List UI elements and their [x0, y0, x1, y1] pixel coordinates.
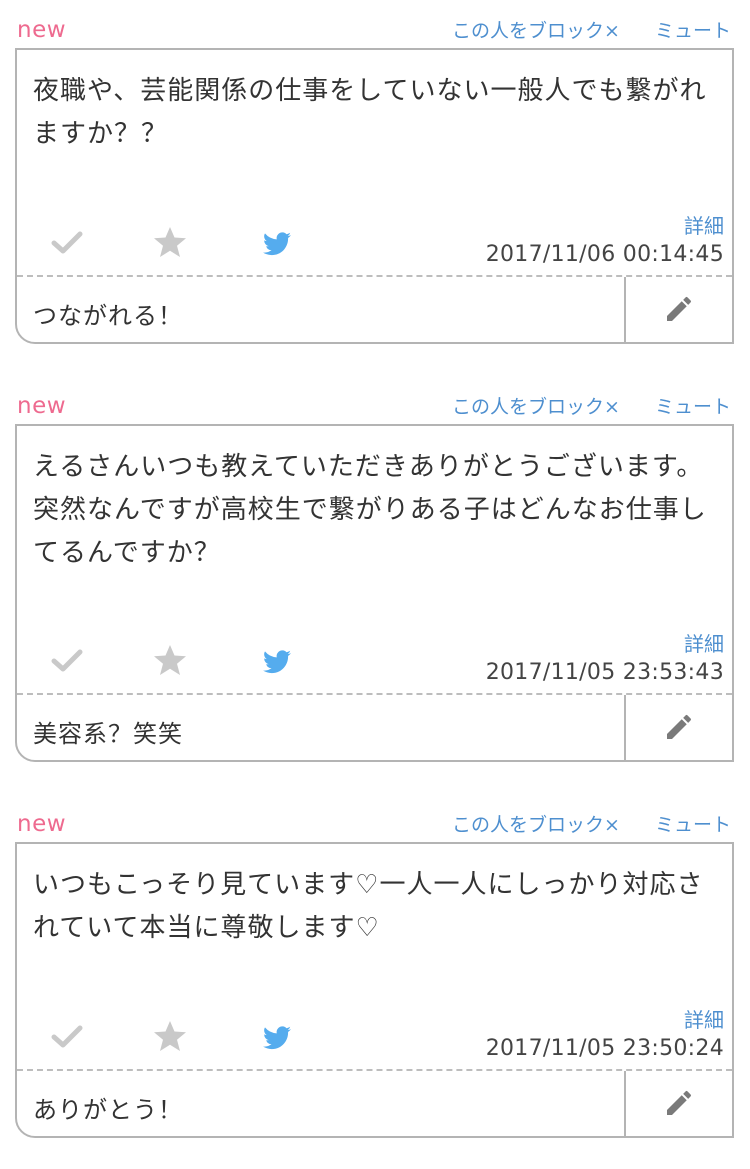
new-badge: new	[17, 811, 67, 837]
twitter-icon[interactable]	[263, 232, 291, 260]
check-icon[interactable]	[51, 648, 83, 678]
new-badge: new	[17, 393, 67, 419]
block-user-link[interactable]: この人をブロック×	[452, 392, 620, 419]
pencil-icon	[663, 711, 695, 747]
check-icon[interactable]	[51, 230, 83, 260]
timestamp: 2017/11/05 23:50:24	[485, 1036, 724, 1061]
card-header: new この人をブロック× ミュート	[0, 376, 750, 424]
card-header: new この人をブロック× ミュート	[0, 794, 750, 842]
pencil-icon	[663, 1087, 695, 1123]
question-card: new この人をブロック× ミュート えるさんいつも教えていただきありがとうござ…	[0, 376, 750, 762]
question-card: new この人をブロック× ミュート 夜職や、芸能関係の仕事をしていない一般人で…	[0, 0, 750, 344]
answer-text: つながれる！	[33, 302, 183, 330]
question-card: new この人をブロック× ミュート いつもこっそり見ています♡一人一人にしっか…	[0, 794, 750, 1138]
detail-link[interactable]: 詳細	[684, 210, 724, 239]
block-user-link[interactable]: この人をブロック×	[452, 16, 620, 43]
card-header: new この人をブロック× ミュート	[0, 0, 750, 48]
question-box: えるさんいつも教えていただきありがとうございます。突然なんですが高校生で繋がりあ…	[15, 424, 734, 762]
question-box: 夜職や、芸能関係の仕事をしていない一般人でも繋がれますか？？ 詳細 2017/1…	[15, 48, 734, 344]
check-icon[interactable]	[51, 1024, 83, 1054]
edit-button[interactable]	[624, 695, 732, 760]
star-icon[interactable]	[153, 226, 187, 262]
edit-button[interactable]	[624, 277, 732, 342]
timestamp: 2017/11/05 23:53:43	[485, 660, 724, 685]
star-icon[interactable]	[153, 644, 187, 680]
twitter-icon[interactable]	[263, 650, 291, 678]
new-badge: new	[17, 17, 67, 43]
question-box: いつもこっそり見ています♡一人一人にしっかり対応されていて本当に尊敬します♡ 詳…	[15, 842, 734, 1138]
mute-link[interactable]: ミュート	[655, 392, 731, 419]
question-feed: new この人をブロック× ミュート 夜職や、芸能関係の仕事をしていない一般人で…	[0, 0, 750, 1169]
question-text: いつもこっそり見ています♡一人一人にしっかり対応されていて本当に尊敬します♡	[33, 870, 704, 943]
block-user-link[interactable]: この人をブロック×	[452, 810, 620, 837]
star-icon[interactable]	[153, 1020, 187, 1056]
mute-link[interactable]: ミュート	[655, 16, 731, 43]
edit-button[interactable]	[624, 1071, 732, 1136]
answer-text: ありがとう！	[33, 1096, 183, 1124]
timestamp: 2017/11/06 00:14:45	[485, 242, 724, 267]
detail-link[interactable]: 詳細	[684, 1004, 724, 1033]
question-text: えるさんいつも教えていただきありがとうございます。突然なんですが高校生で繋がりあ…	[33, 452, 707, 568]
detail-link[interactable]: 詳細	[684, 628, 724, 657]
mute-link[interactable]: ミュート	[655, 810, 731, 837]
question-text: 夜職や、芸能関係の仕事をしていない一般人でも繋がれますか？？	[33, 76, 707, 149]
pencil-icon	[663, 293, 695, 329]
answer-text: 美容系？笑笑	[33, 720, 183, 748]
twitter-icon[interactable]	[263, 1026, 291, 1054]
